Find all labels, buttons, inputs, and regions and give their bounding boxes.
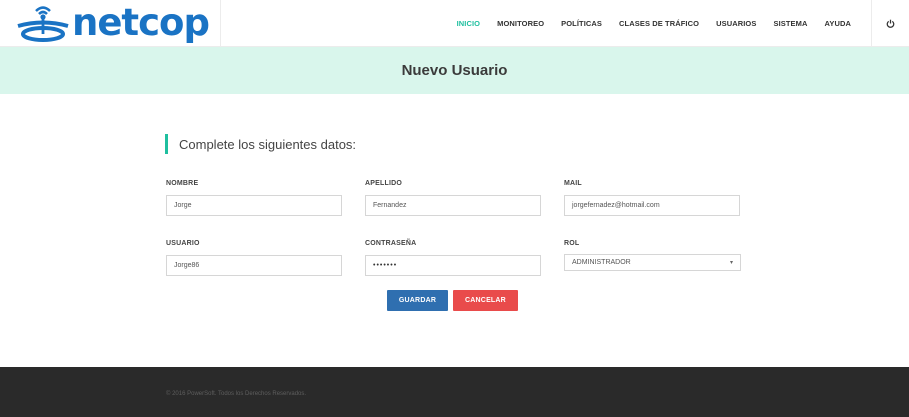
nav-item-sistema[interactable]: SISTEMA [773,19,807,28]
apellido-field[interactable]: Fernandez [365,195,541,216]
rol-selected-value: ADMINISTRADOR [572,259,631,266]
nombre-field[interactable]: Jorge [166,195,342,216]
page-title: Nuevo Usuario [401,62,508,79]
power-icon[interactable] [884,17,897,30]
apellido-label: APELLIDO [365,180,402,187]
nav-item-ayuda[interactable]: AYUDA [825,19,851,28]
nav-item-inicio[interactable]: INICIO [457,19,481,28]
cancel-button[interactable]: CANCELAR [453,290,518,311]
contrasena-label: CONTRASEÑA [365,240,417,247]
main-nav: INICIO MONITOREO POLÍTICAS CLASES DE TRÁ… [457,0,909,47]
page-title-band: Nuevo Usuario [0,47,909,94]
mail-label: MAIL [564,180,582,187]
rol-label: ROL [564,240,580,247]
page-footer: © 2016 PowerSoft. Todos los Derechos Res… [0,367,909,417]
chevron-down-icon: ▾ [729,260,733,266]
nombre-label: NOMBRE [166,180,199,187]
nav-item-politicas[interactable]: POLÍTICAS [561,19,602,28]
nav-divider [871,0,872,47]
nav-item-monitoreo[interactable]: MONITOREO [497,19,544,28]
usuario-label: USUARIO [166,240,200,247]
contrasena-field[interactable]: ••••••• [365,255,541,276]
footer-copyright: © 2016 PowerSoft. Todos los Derechos Res… [166,391,307,397]
antenna-logo-icon [14,3,72,43]
nav-item-clases-de-trafico[interactable]: CLASES DE TRÁFICO [619,19,699,28]
nav-item-usuarios[interactable]: USUARIOS [716,19,756,28]
top-header: netcop INICIO MONITOREO POLÍTICAS CLASES… [0,0,909,47]
mail-field[interactable]: jorgefernadez@hotmail.com [564,195,740,216]
brand-logo[interactable]: netcop [14,1,210,44]
form-section-heading: Complete los siguientes datos: [165,134,356,154]
header-divider [220,0,221,47]
save-button[interactable]: GUARDAR [387,290,448,311]
brand-name: netcop [72,1,210,44]
form-heading-text: Complete los siguientes datos: [179,136,357,152]
usuario-field[interactable]: Jorge86 [166,255,342,276]
heading-accent-bar [165,134,168,154]
rol-select[interactable]: ADMINISTRADOR ▾ [564,254,741,271]
